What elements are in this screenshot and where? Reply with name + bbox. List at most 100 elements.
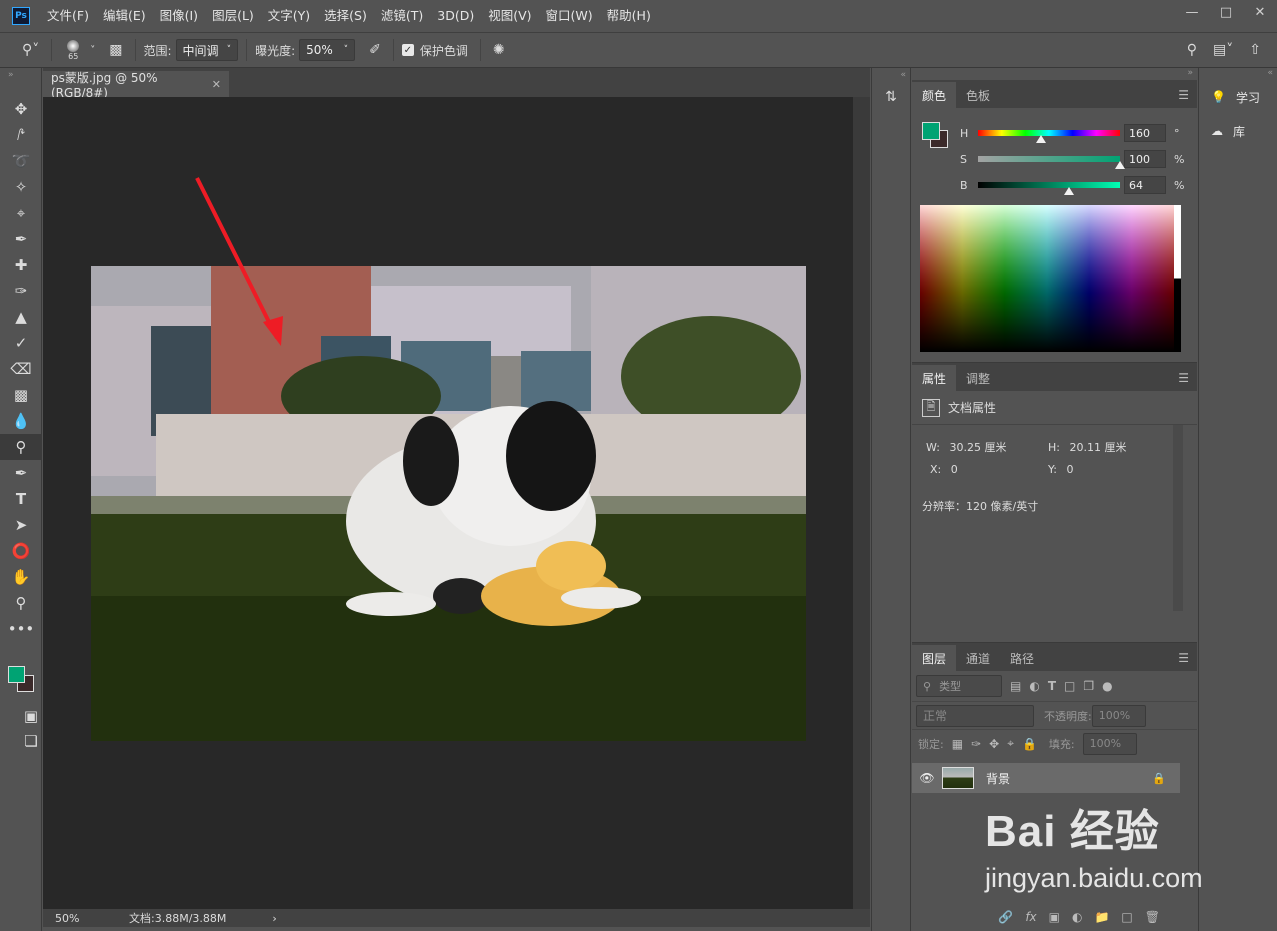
- opacity-input[interactable]: 100%: [1091, 704, 1146, 727]
- adjustment-layer-icon[interactable]: ◐: [1072, 910, 1082, 924]
- magic-wand-tool-icon[interactable]: ✧: [0, 174, 42, 200]
- filter-toggle-icon[interactable]: ●: [1102, 679, 1112, 693]
- path-selection-tool-icon[interactable]: ➤: [0, 512, 42, 538]
- properties-scrollbar[interactable]: [1173, 425, 1183, 611]
- hue-slider-thumb[interactable]: [1036, 135, 1047, 143]
- tab-adjustments[interactable]: 调整: [956, 365, 1000, 391]
- workspace-icon[interactable]: ▤˅: [1209, 42, 1237, 58]
- airbrush-icon[interactable]: ✐: [365, 42, 385, 58]
- search-icon[interactable]: ⚲: [1183, 42, 1201, 58]
- minimize-icon[interactable]: —: [1175, 0, 1209, 24]
- menu-filter[interactable]: 滤镜(T): [374, 0, 430, 32]
- delete-layer-icon[interactable]: 🗑: [1145, 910, 1160, 924]
- lasso-tool-icon[interactable]: ➰: [0, 148, 42, 174]
- collapse-toolbar-icon[interactable]: »: [0, 68, 41, 96]
- panel-menu-icon[interactable]: ☰: [1178, 651, 1189, 665]
- tab-channels[interactable]: 通道: [956, 645, 1000, 671]
- fill-input[interactable]: 100%: [1082, 732, 1137, 755]
- zoom-level[interactable]: 50%: [43, 912, 91, 925]
- tab-properties[interactable]: 属性: [912, 365, 957, 391]
- clone-stamp-tool-icon[interactable]: ▲: [0, 304, 42, 330]
- new-group-icon[interactable]: 📁: [1094, 910, 1109, 924]
- learn-item[interactable]: 💡 学习: [1199, 80, 1277, 114]
- panel-menu-icon[interactable]: ☰: [1178, 88, 1189, 102]
- blend-mode-select[interactable]: 正常: [916, 704, 1034, 727]
- menu-edit[interactable]: 编辑(E): [96, 0, 153, 32]
- saturation-slider[interactable]: [978, 156, 1125, 169]
- marquee-tool-icon[interactable]: ⭚: [0, 122, 42, 148]
- menu-window[interactable]: 窗口(W): [539, 0, 600, 32]
- filter-adjustment-icon[interactable]: ◐: [1029, 679, 1039, 693]
- zoom-tool-icon[interactable]: ⚲: [0, 590, 42, 616]
- menu-3d[interactable]: 3D(D): [430, 0, 481, 32]
- hand-tool-icon[interactable]: ✋: [0, 564, 42, 590]
- color-spectrum[interactable]: [920, 205, 1174, 352]
- eraser-tool-icon[interactable]: ⌫: [0, 356, 42, 382]
- panel-menu-icon[interactable]: ☰: [1178, 371, 1189, 385]
- pen-tool-icon[interactable]: ✒: [0, 460, 42, 486]
- collapse-icon[interactable]: «: [1199, 68, 1277, 80]
- dodge-tool-preset-icon[interactable]: ⚲˅: [18, 42, 43, 58]
- link-layers-icon[interactable]: 🔗: [998, 910, 1013, 924]
- filter-type-icon[interactable]: T: [1048, 679, 1056, 693]
- move-tool-icon[interactable]: ✥: [0, 96, 42, 122]
- hue-value-input[interactable]: 160: [1124, 124, 1166, 142]
- lock-pixels-icon[interactable]: ✑: [971, 737, 981, 751]
- more-tools-icon[interactable]: •••: [0, 616, 42, 642]
- filter-pixel-icon[interactable]: ▤: [1010, 679, 1021, 693]
- vertical-scrollbar[interactable]: [853, 97, 870, 909]
- range-select[interactable]: 中间调 ˅: [175, 39, 239, 61]
- layer-filter-select[interactable]: ⚲ 类型: [916, 675, 1002, 697]
- protect-tones-checkbox[interactable]: ✓: [401, 44, 414, 56]
- saturation-value-input[interactable]: 100: [1124, 150, 1166, 168]
- menu-type[interactable]: 文字(Y): [261, 0, 317, 32]
- menu-select[interactable]: 选择(S): [317, 0, 374, 32]
- eye-icon[interactable]: 👁: [912, 771, 942, 785]
- libraries-item[interactable]: ☁ 库: [1199, 114, 1277, 148]
- new-layer-icon[interactable]: □: [1121, 910, 1132, 924]
- lock-position-icon[interactable]: ✥: [989, 737, 999, 751]
- maximize-icon[interactable]: □: [1209, 0, 1243, 24]
- brush-tool-icon[interactable]: ✑: [0, 278, 42, 304]
- expand-panels-icon[interactable]: »: [912, 68, 1197, 80]
- menu-layer[interactable]: 图层(L): [205, 0, 261, 32]
- gradient-tool-icon[interactable]: ▩: [0, 382, 42, 408]
- ellipse-tool-icon[interactable]: ⭕: [0, 538, 42, 564]
- share-icon[interactable]: ⇧: [1245, 42, 1265, 58]
- menu-view[interactable]: 视图(V): [481, 0, 538, 32]
- history-panel-icon[interactable]: ⇅: [872, 82, 910, 112]
- dodge-tool-icon[interactable]: ⚲: [0, 434, 42, 460]
- eyedropper-tool-icon[interactable]: ✒: [0, 226, 42, 252]
- blur-tool-icon[interactable]: 💧: [0, 408, 42, 434]
- tab-layers[interactable]: 图层: [912, 645, 957, 671]
- filter-smart-object-icon[interactable]: ❐: [1083, 679, 1094, 693]
- lock-transparent-icon[interactable]: ▦: [952, 737, 963, 751]
- brightness-slider[interactable]: [978, 182, 1120, 195]
- fx-icon[interactable]: fx: [1025, 910, 1036, 924]
- type-tool-icon[interactable]: T: [0, 486, 42, 512]
- menu-help[interactable]: 帮助(H): [600, 0, 658, 32]
- layer-name[interactable]: 背景: [986, 770, 1010, 787]
- tab-swatches[interactable]: 色板: [956, 82, 1000, 108]
- healing-brush-tool-icon[interactable]: ✚: [0, 252, 42, 278]
- menu-file[interactable]: 文件(F): [40, 0, 96, 32]
- close-tab-icon[interactable]: ✕: [212, 78, 221, 91]
- tab-paths[interactable]: 路径: [1000, 645, 1044, 671]
- layer-row[interactable]: 👁 背景 🔒: [912, 763, 1180, 793]
- history-brush-tool-icon[interactable]: ✓: [0, 330, 42, 356]
- brightness-value-input[interactable]: 64: [1124, 176, 1166, 194]
- lock-artboard-icon[interactable]: ⌖: [1007, 736, 1014, 751]
- hue-slider[interactable]: [978, 130, 1120, 143]
- menu-image[interactable]: 图像(I): [153, 0, 205, 32]
- chevron-right-icon[interactable]: ›: [272, 912, 276, 925]
- brush-settings-icon[interactable]: ▩: [105, 42, 126, 58]
- foreground-color-swatch[interactable]: [8, 666, 25, 683]
- color-fg-swatch[interactable]: [922, 122, 940, 140]
- lock-all-icon[interactable]: 🔒: [1022, 737, 1037, 751]
- filter-shape-icon[interactable]: □: [1064, 679, 1075, 693]
- pressure-size-icon[interactable]: ✺: [489, 42, 509, 58]
- exposure-input[interactable]: 50% ˅: [299, 39, 356, 61]
- brightness-slider-thumb[interactable]: [1063, 187, 1074, 195]
- tab-color[interactable]: 颜色: [912, 82, 957, 108]
- chevron-down-icon[interactable]: ˅: [86, 45, 99, 56]
